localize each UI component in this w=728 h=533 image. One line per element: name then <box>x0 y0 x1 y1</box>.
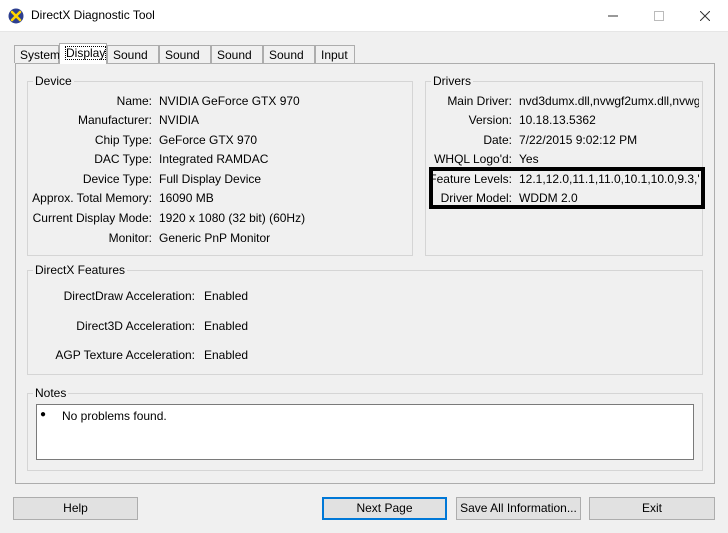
device-label: Approx. Total Memory: <box>32 191 152 205</box>
device-value: Integrated RAMDAC <box>159 152 269 166</box>
device-label: DAC Type: <box>94 152 152 166</box>
highlight-annotation-box <box>429 167 705 209</box>
close-button[interactable] <box>682 0 728 31</box>
tab-label: Input <box>321 48 348 62</box>
button-label: Exit <box>641 501 662 515</box>
title-bar: DirectX Diagnostic Tool <box>0 0 728 32</box>
tab-label: Display <box>65 46 107 60</box>
tab-sound-4[interactable]: Sound 4 <box>263 45 315 80</box>
device-label: Monitor: <box>108 231 152 245</box>
minimize-button[interactable] <box>590 0 636 31</box>
device-label: Device Type: <box>82 172 152 186</box>
feature-value: Enabled <box>204 319 249 333</box>
exit-button[interactable]: Exit <box>589 497 715 520</box>
maximize-button[interactable] <box>636 0 682 31</box>
window-title: DirectX Diagnostic Tool <box>31 8 155 22</box>
feature-label: DirectDraw Acceleration: <box>63 289 195 303</box>
button-label: Next Page <box>356 501 413 515</box>
note-item: No problems found. <box>62 409 167 423</box>
device-value: NVIDIA <box>159 113 200 127</box>
device-value: Generic PnP Monitor <box>159 231 271 245</box>
feature-value: Enabled <box>204 348 249 362</box>
device-value: NVIDIA GeForce GTX 970 <box>159 94 300 108</box>
maximize-icon <box>654 10 664 21</box>
driver-label: Version: <box>468 113 512 127</box>
save-all-information-button[interactable]: Save All Information... <box>456 497 581 520</box>
tab-system[interactable]: System <box>14 45 61 63</box>
tab-display[interactable]: Display <box>59 43 107 64</box>
tab-label: System <box>20 48 61 62</box>
device-label: Name: <box>116 94 152 108</box>
feature-value: Enabled <box>204 289 249 303</box>
bullet-icon: ● <box>40 409 47 420</box>
device-label: Manufacturer: <box>77 113 152 127</box>
feature-label: Direct3D Acceleration: <box>76 319 195 333</box>
directx-x-icon <box>8 8 24 24</box>
feature-label: AGP Texture Acceleration: <box>55 348 195 362</box>
tab-sound-1[interactable]: Sound 1 <box>107 45 159 80</box>
button-label: Save All Information... <box>460 501 577 515</box>
driver-value: Yes <box>519 152 539 166</box>
driver-value: 10.18.13.5362 <box>519 113 596 127</box>
driver-label: WHQL Logo'd: <box>434 152 512 166</box>
driver-value: 7/22/2015 9:02:12 PM <box>519 133 638 147</box>
driver-value: nvd3dumx.dll,nvwgf2umx.dll,nvwgf2 <box>519 94 699 108</box>
driver-label: Date: <box>483 133 512 147</box>
minimize-icon <box>608 15 618 16</box>
group-title: DirectX Features <box>33 263 128 277</box>
help-button[interactable]: Help <box>13 497 138 520</box>
tab-sound-3[interactable]: Sound 3 <box>211 45 263 80</box>
device-value: 16090 MB <box>159 191 214 205</box>
group-title: Drivers <box>431 74 473 88</box>
next-page-button[interactable]: Next Page <box>322 497 447 520</box>
group-title: Notes <box>33 386 69 400</box>
device-value: 1920 x 1080 (32 bit) (60Hz) <box>159 211 306 225</box>
device-label: Chip Type: <box>94 133 152 147</box>
device-value: Full Display Device <box>159 172 262 186</box>
notes-text-area[interactable]: ● No problems found. <box>36 404 694 460</box>
driver-label: Main Driver: <box>447 94 512 108</box>
device-value: GeForce GTX 970 <box>159 133 258 147</box>
button-label: Help <box>63 501 88 515</box>
close-icon <box>700 10 710 21</box>
tab-input[interactable]: Input <box>315 45 355 63</box>
group-title: Device <box>33 74 74 88</box>
tab-sound-2[interactable]: Sound 2 <box>159 45 211 80</box>
device-label: Current Display Mode: <box>32 211 152 225</box>
